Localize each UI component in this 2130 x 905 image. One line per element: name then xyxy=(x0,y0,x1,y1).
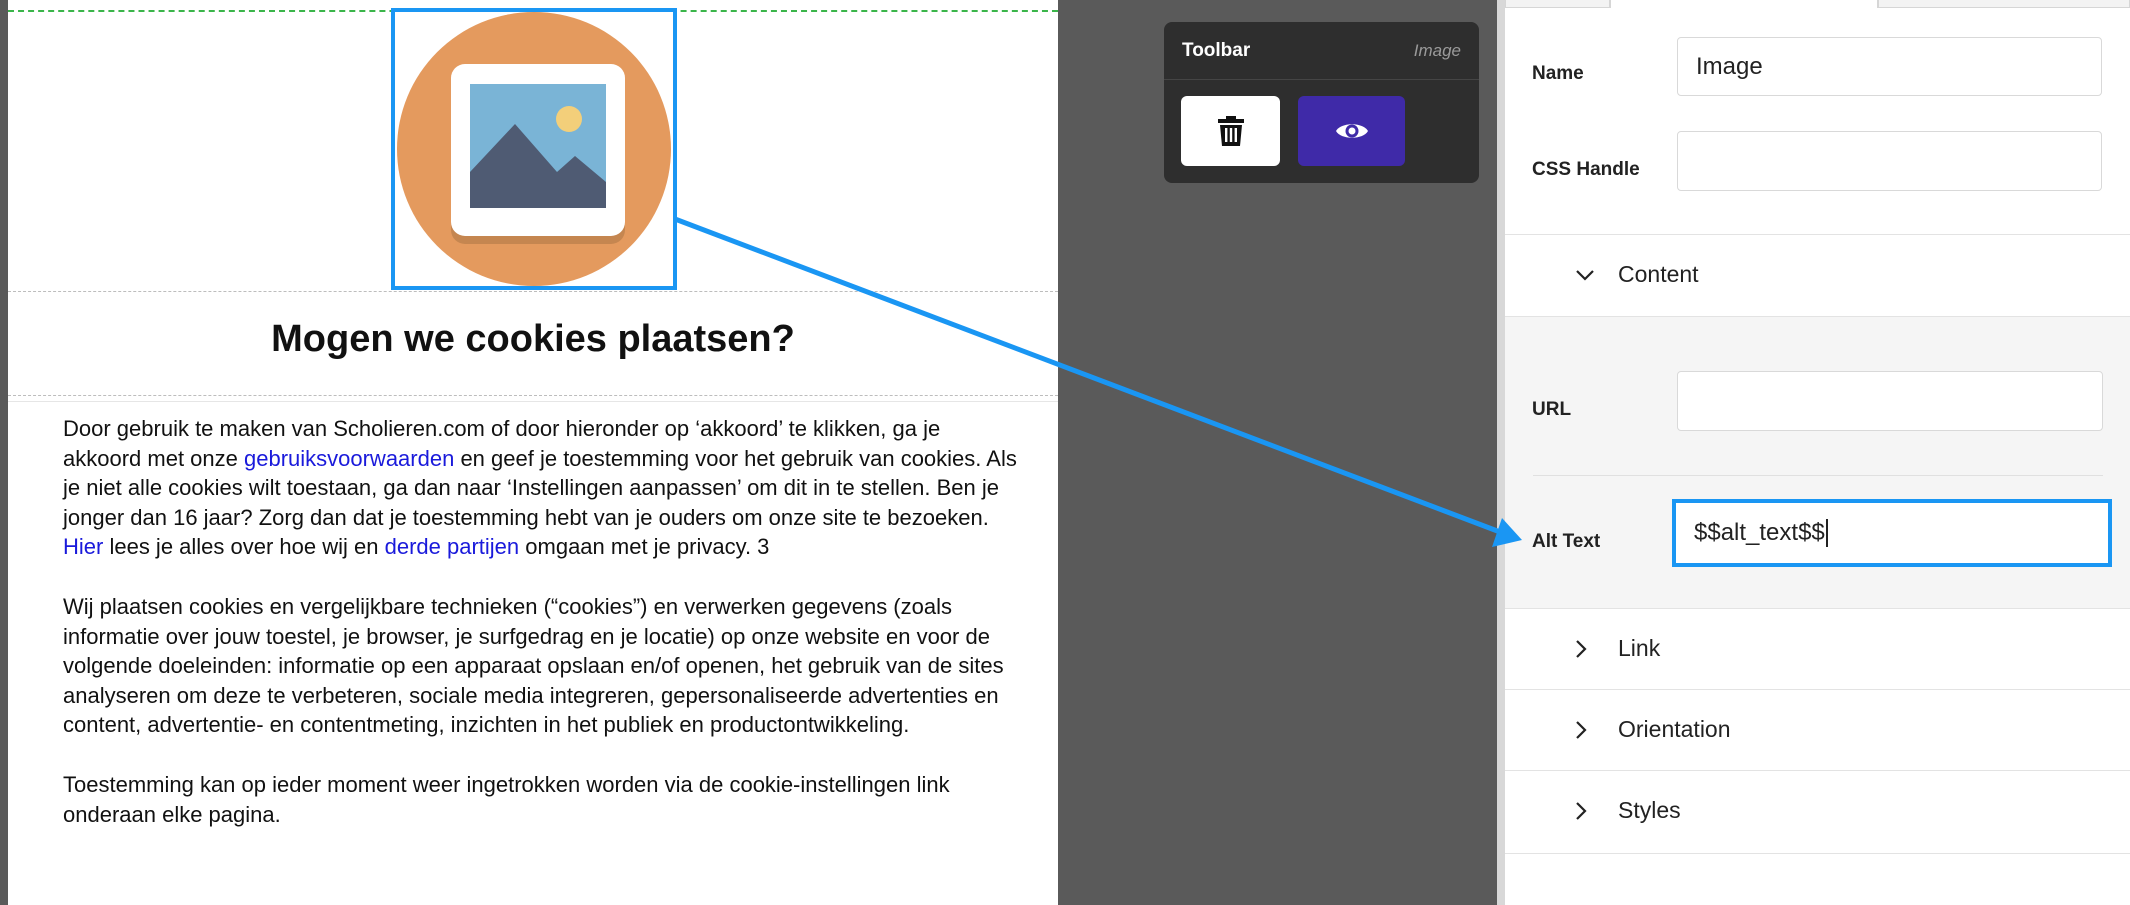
properties-panel: Name CSS Handle Content URL Alt Text $$a… xyxy=(1505,0,2130,905)
css-handle-input[interactable] xyxy=(1677,131,2102,191)
section-content-label: Content xyxy=(1618,261,1699,287)
toolbar-header: Toolbar Image xyxy=(1164,22,1479,80)
name-label: Name xyxy=(1532,63,1584,84)
section-orientation-header[interactable]: Orientation xyxy=(1505,689,2130,769)
editor-canvas: Mogen we cookies plaatsen? Door gebruik … xyxy=(0,0,1060,905)
text-caret xyxy=(1825,519,1828,547)
chevron-right-icon xyxy=(1575,690,1587,770)
chevron-down-icon xyxy=(1575,235,1595,315)
panel-resize-handle[interactable] xyxy=(1497,0,1505,905)
modal-body-text: Door gebruik te maken van Scholieren.com… xyxy=(63,414,1023,859)
url-label: URL xyxy=(1532,399,1572,420)
panel-tabs xyxy=(1505,0,2130,8)
image-placeholder-icon xyxy=(397,12,671,286)
here-link[interactable]: Hier xyxy=(63,534,103,559)
section-content-header[interactable]: Content xyxy=(1505,234,2130,314)
element-toolbar: Toolbar Image xyxy=(1164,22,1479,183)
purposes-paragraph: Wij plaatsen cookies en vergelijkbare te… xyxy=(63,593,1004,738)
section-styles-header[interactable]: Styles xyxy=(1505,770,2130,850)
trash-icon xyxy=(1217,116,1244,146)
panel-tab[interactable] xyxy=(1505,0,1610,8)
section-link-label: Link xyxy=(1618,635,1661,661)
consent-paragraph: Door gebruik te maken van Scholieren.com… xyxy=(63,414,1023,562)
block-separator xyxy=(8,395,1058,396)
block-separator xyxy=(8,401,1058,402)
panel-tab-active[interactable] xyxy=(1610,0,1878,8)
text-span: lees je alles over hoe wij en xyxy=(103,534,385,560)
modal-title: Mogen we cookies plaatsen? xyxy=(271,318,795,360)
chevron-right-icon xyxy=(1575,771,1587,851)
section-orientation-label: Orientation xyxy=(1618,716,1731,742)
section-styles-label: Styles xyxy=(1618,797,1681,823)
text-span: omgaan met je privacy. 3 xyxy=(519,534,770,560)
field-separator xyxy=(1533,475,2103,476)
third-parties-link[interactable]: derde partijen xyxy=(385,534,520,559)
eye-icon xyxy=(1335,124,1368,138)
terms-link[interactable]: gebruiksvoorwaarden xyxy=(244,446,454,471)
name-input[interactable] xyxy=(1677,37,2102,96)
alt-text-input[interactable]: $$alt_text$$ xyxy=(1672,499,2112,567)
alt-text-value: $$alt_text$$ xyxy=(1694,519,1825,546)
alt-text-label: Alt Text xyxy=(1532,531,1601,552)
url-input[interactable] xyxy=(1677,371,2103,431)
chevron-right-icon xyxy=(1575,609,1587,689)
content-section-body: URL Alt Text $$alt_text$$ xyxy=(1505,316,2130,609)
toolbar-title: Toolbar xyxy=(1182,39,1251,61)
withdraw-paragraph: Toestemming kan op ieder moment weer ing… xyxy=(63,771,950,827)
section-separator xyxy=(1505,853,2130,854)
preview-button[interactable] xyxy=(1298,96,1405,166)
section-link-header[interactable]: Link xyxy=(1505,608,2130,688)
block-separator xyxy=(8,291,1058,292)
delete-button[interactable] xyxy=(1181,96,1280,166)
css-handle-label: CSS Handle xyxy=(1532,159,1640,180)
selected-image-element[interactable] xyxy=(391,8,677,290)
cookie-modal-preview: Mogen we cookies plaatsen? Door gebruik … xyxy=(8,0,1058,905)
panel-tab[interactable] xyxy=(1878,0,2130,8)
toolbar-element-type: Image xyxy=(1413,40,1461,60)
